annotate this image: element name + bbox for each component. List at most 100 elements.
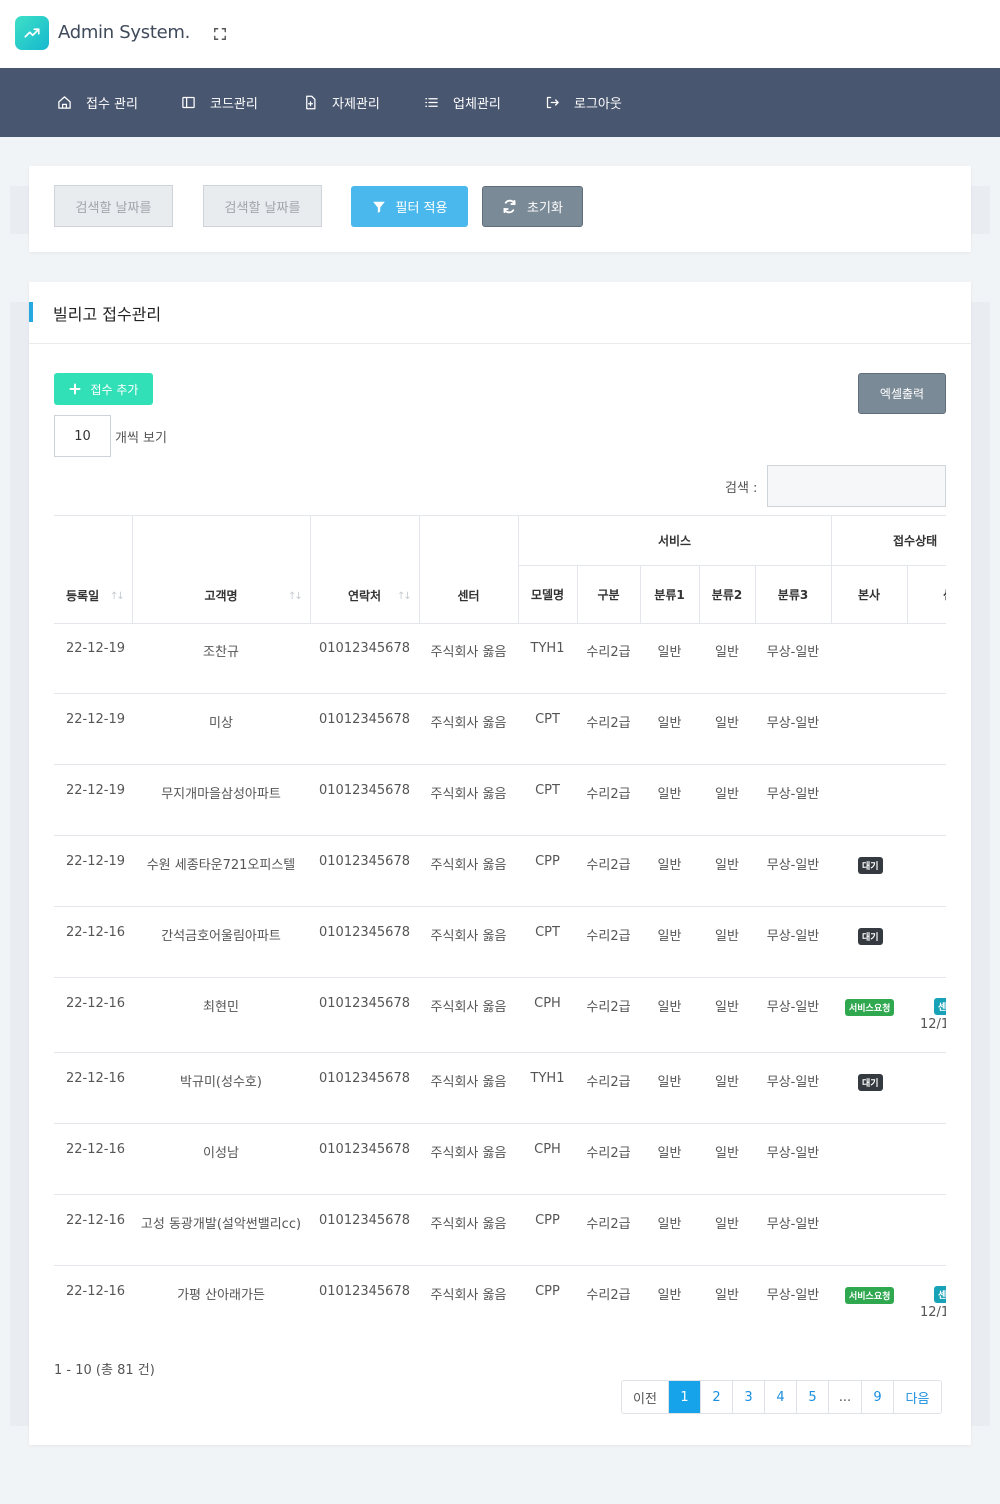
cell-center: 주식회사 옳음 <box>430 1217 507 1232</box>
sidebar-icon <box>182 96 195 109</box>
sort-icon[interactable]: ↑↓ <box>110 591 125 602</box>
cell-cat2: 일반 <box>715 858 739 873</box>
page-link[interactable]: 1 <box>669 1381 701 1413</box>
column-header-cat3[interactable]: 분류3 <box>755 565 831 623</box>
cell-date: 22-12-16 <box>66 1142 126 1157</box>
page-link[interactable]: 2 <box>701 1381 733 1413</box>
table-row[interactable]: 22-12-16 가평 산아래가든 01012345678 주식회사 옳음 CPP 수리2… <box>54 1266 946 1327</box>
nav-item-2[interactable]: 코드관리 <box>181 68 258 137</box>
cell-cat2: 일반 <box>715 1146 739 1161</box>
nav-item-label: 자제관리 <box>332 97 380 112</box>
cell-type: 수리2급 <box>586 716 631 731</box>
add-receipt-button[interactable]: 접수 추가 <box>54 373 153 405</box>
cell-phone: 01012345678 <box>319 712 410 727</box>
cell-center: 주식회사 옳음 <box>430 1000 507 1015</box>
page-link[interactable]: 9 <box>862 1381 894 1413</box>
cell-date: 22-12-16 <box>66 996 126 1011</box>
table-row[interactable]: 22-12-19 무지개마을삼성아파트 01012345678 주식회사 옳음 CPT 수… <box>54 765 946 836</box>
table-row[interactable]: 22-12-19 미상 01012345678 주식회사 옳음 CPT 수리2급 일반 일반 무… <box>54 694 946 765</box>
center-status-badge: 센 <box>934 998 946 1015</box>
column-header-type[interactable]: 구분 <box>577 565 640 623</box>
column-header-cat1[interactable]: 분류1 <box>640 565 699 623</box>
table-row[interactable]: 22-12-19 조찬규 01012345678 주식회사 옳음 TYH1 수리2급 일반 일… <box>54 623 946 694</box>
cell-center: 주식회사 옳음 <box>430 1146 507 1161</box>
table-row[interactable]: 22-12-16 최현민 01012345678 주식회사 옳음 CPH 수리2급 일반 일반… <box>54 978 946 1053</box>
search-input[interactable] <box>767 465 946 507</box>
cell-phone: 01012345678 <box>319 1142 410 1157</box>
table-info: 1 - 10 (총 81 건) <box>54 1363 155 1378</box>
cell-model: CPH <box>534 996 561 1011</box>
column-header-cat2[interactable]: 분류2 <box>699 565 755 623</box>
page-link[interactable]: ... <box>829 1381 862 1413</box>
cell-cat1: 일반 <box>657 1075 682 1090</box>
page-link[interactable]: 이전 <box>622 1381 669 1413</box>
cell-customer: 무지개마을삼성아파트 <box>161 787 281 802</box>
page-length-select[interactable]: 10 <box>54 415 111 457</box>
reset-button[interactable]: 초기화 <box>482 186 583 227</box>
page-link[interactable]: 다음 <box>894 1381 941 1413</box>
nav-item-1[interactable]: 접수 관리 <box>57 68 138 137</box>
column-header-model[interactable]: 모델명 <box>518 565 577 623</box>
date-from-input[interactable]: 검색할 날짜를 <box>54 185 173 227</box>
page-link[interactable]: 5 <box>797 1381 829 1413</box>
cell-type: 수리2급 <box>586 645 631 660</box>
cell-customer: 고성 동광개발(설악썬밸리cc) <box>140 1217 302 1232</box>
group-header-status: 접수상태 <box>893 533 938 548</box>
cell-cat2: 일반 <box>715 716 739 731</box>
table-row[interactable]: 22-12-16 고성 동광개발(설악썬밸리cc) 01012345678 주식회사 … <box>54 1195 946 1266</box>
cell-type: 수리2급 <box>586 1075 631 1090</box>
table-row[interactable]: 22-12-16 박규미(성수호) 01012345678 주식회사 옳음 TYH1 수리… <box>54 1053 946 1124</box>
cell-date: 22-12-16 <box>66 1071 126 1086</box>
cell-center: 주식회사 옳음 <box>430 1288 507 1303</box>
cell-phone: 01012345678 <box>319 783 410 798</box>
table-row[interactable]: 22-12-19 수원 세종타운721오피스텔 01012345678 주식회사 옳음… <box>54 836 946 907</box>
column-header-center[interactable]: 센터 <box>419 567 518 623</box>
sort-icon[interactable]: ↑↓ <box>288 591 303 602</box>
search-label: 검색 : <box>725 481 758 496</box>
cell-type: 수리2급 <box>586 858 631 873</box>
cell-cat3: 무상-일반 <box>766 1075 820 1090</box>
logo-icon[interactable] <box>15 16 49 50</box>
sort-icon[interactable]: ↑↓ <box>397 591 412 602</box>
nav-item-4[interactable]: 업체관리 <box>424 68 501 137</box>
apply-filter-button[interactable]: 필터 적용 <box>351 186 468 227</box>
cell-type: 수리2급 <box>586 1288 631 1303</box>
logout-icon <box>546 96 559 109</box>
column-header-hq[interactable]: 본사 <box>831 565 907 623</box>
title-accent <box>29 302 33 322</box>
cell-date: 22-12-16 <box>66 1284 126 1299</box>
cell-center: 주식회사 옳음 <box>430 716 507 731</box>
cell-cat3: 무상-일반 <box>766 1217 820 1232</box>
plus-icon <box>69 383 80 395</box>
app-title: Admin System. <box>58 22 191 43</box>
column-header-customer[interactable]: 고객명 <box>132 567 310 623</box>
page-link[interactable]: 3 <box>733 1381 765 1413</box>
cell-cat1: 일반 <box>657 858 682 873</box>
cell-cat3: 무상-일반 <box>766 716 820 731</box>
excel-export-button[interactable]: 엑셀출력 <box>858 373 946 414</box>
cell-type: 수리2급 <box>586 787 631 802</box>
pagination: 이전 1 2 3 4 5... 9 다음 <box>621 1380 942 1414</box>
cell-customer: 간석금호어울림아파트 <box>161 929 281 944</box>
add-receipt-label: 접수 추가 <box>90 382 139 397</box>
column-header-next[interactable]: 센 <box>907 565 946 623</box>
table-row[interactable]: 22-12-16 이성남 01012345678 주식회사 옳음 CPH 수리2급 일반 일반… <box>54 1124 946 1195</box>
apply-filter-label: 필터 적용 <box>395 201 448 216</box>
status-badge: 서비스요청 <box>845 1287 895 1304</box>
table-row[interactable]: 22-12-16 간석금호어울림아파트 01012345678 주식회사 옳음 CPT 수… <box>54 907 946 978</box>
cell-center: 주식회사 옳음 <box>430 1075 507 1090</box>
center-status-date: 12/1 <box>920 1017 946 1032</box>
page-link[interactable]: 4 <box>765 1381 797 1413</box>
status-badge: 대기 <box>858 928 883 945</box>
center-status-badge: 센 <box>934 1286 946 1303</box>
fullscreen-icon[interactable] <box>213 26 229 42</box>
center-status-date: 12/1 <box>920 1305 946 1320</box>
cell-customer: 조찬규 <box>203 645 239 660</box>
file-plus-icon <box>306 95 316 110</box>
nav-item-5[interactable]: 로그아웃 <box>545 68 622 137</box>
cell-cat1: 일반 <box>657 1217 682 1232</box>
nav-item-3[interactable]: 자제관리 <box>303 68 380 137</box>
card-header: 빌리고 접수관리 <box>29 282 971 344</box>
cell-cat3: 무상-일반 <box>766 645 820 660</box>
date-to-input[interactable]: 검색할 날짜를 <box>203 185 322 227</box>
